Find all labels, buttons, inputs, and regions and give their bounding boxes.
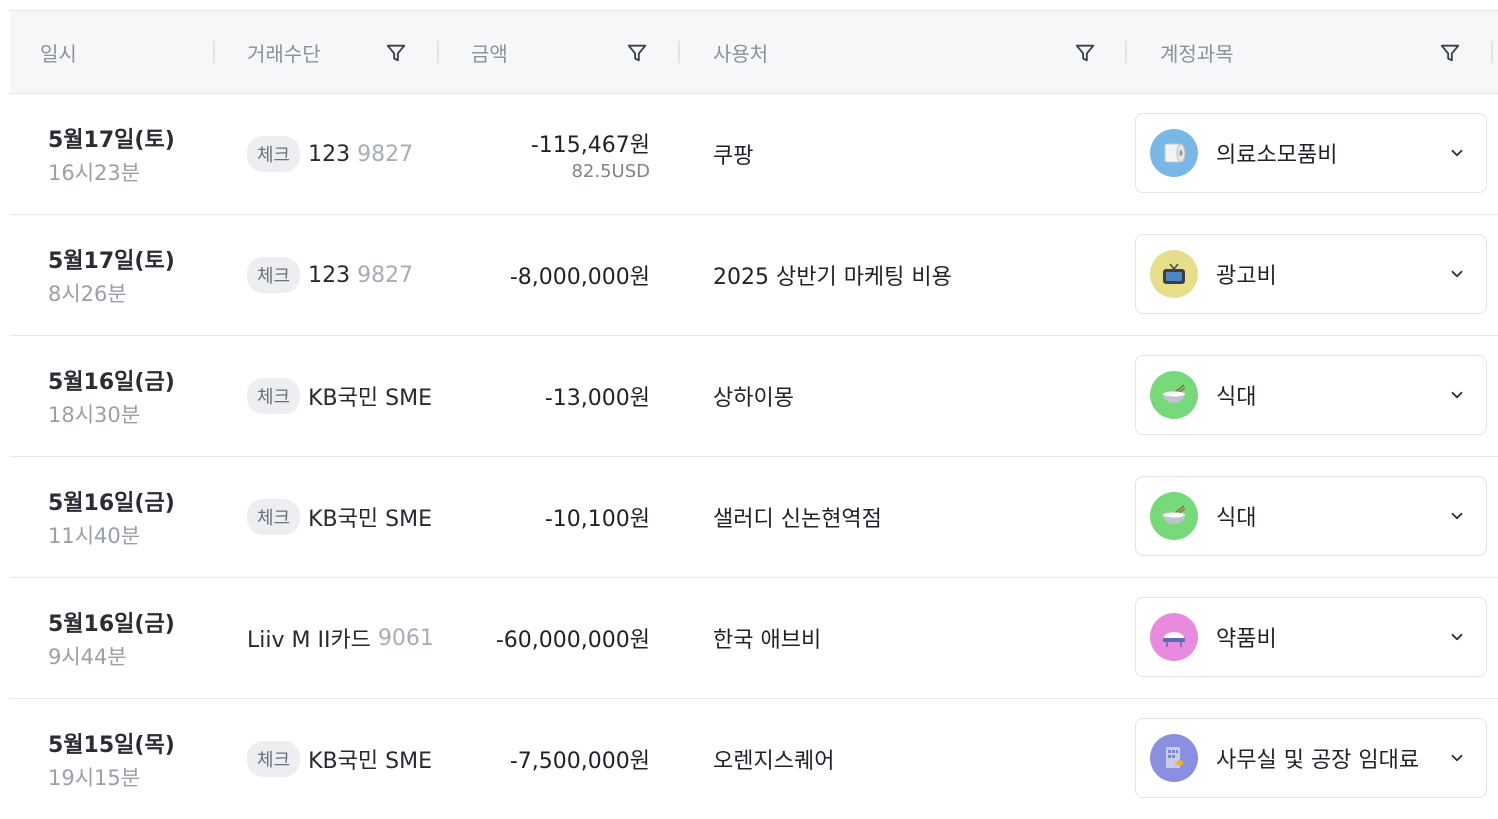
table-row[interactable]: 5월17일(토) 16시23분 체크 123 9827 -115,467원 82… [10,94,1498,215]
method-filter-icon[interactable] [385,42,407,64]
merchant-name: 한국 애브비 [713,628,822,653]
account-label: 사무실 및 공장 임대료 [1216,748,1420,773]
table-row[interactable]: 5월16일(금) 9시44분 Liiv M II카드 9061 -60,000,… [10,578,1498,699]
account-label: 식대 [1216,506,1257,531]
amount-value: -10,100원 [544,507,650,532]
header-divider[interactable] [437,41,439,63]
chevron-down-icon [1451,633,1463,641]
amount-cell: -60,000,000원 [496,578,650,698]
header-date: 일시 [40,41,77,66]
chevron-down-icon [1451,512,1463,520]
transaction-time: 16시23분 [48,161,141,185]
account-label: 약품비 [1216,627,1277,652]
transaction-date: 5월16일(금) [48,370,175,395]
card-name: KB국민 SME [308,386,432,411]
header-method: 거래수단 [247,41,321,66]
amount-value: -60,000,000원 [495,628,650,653]
card-type-badge: 체크 [247,136,301,172]
payment-method: 체크 123 9827 [247,215,413,335]
table-row[interactable]: 5월16일(금) 18시30분 체크 KB국민 SME -13,000원 상하이… [10,336,1498,457]
merchant-name: 2025 상반기 마케팅 비용 [713,265,952,290]
amount-foreign: 82.5USD [571,160,650,182]
transaction-date: 5월16일(금) [48,612,175,637]
card-number: 9061 [377,625,434,651]
account-select[interactable]: 의료소모품비 [1135,113,1487,193]
chevron-down-icon [1451,149,1463,157]
amount-value: -8,000,000원 [509,265,650,290]
account-label: 의료소모품비 [1216,143,1338,168]
amount-value: -7,500,000원 [509,749,650,774]
card-type-badge: 체크 [247,257,301,293]
transaction-date: 5월15일(목) [48,733,175,758]
card-number: 9827 [357,141,414,167]
account-label: 광고비 [1216,264,1277,289]
merchant-filter-icon[interactable] [1074,42,1096,64]
pill-icon [1150,613,1198,661]
payment-method: 체크 KB국민 SME [247,336,432,456]
amount-value: -13,000원 [544,386,650,411]
amount-cell: -10,100원 [545,457,650,577]
merchant-name: 오렌지스퀘어 [713,749,835,774]
card-type-badge: 체크 [247,741,301,777]
transaction-time: 8시26분 [48,282,127,306]
header-divider[interactable] [678,41,680,63]
account-select[interactable]: 약품비 [1135,597,1487,677]
amount-cell: -115,467원 82.5USD [531,94,650,214]
card-name: KB국민 SME [308,749,432,774]
merchant-name: 쿠팡 [713,144,754,169]
card-type-badge: 체크 [247,378,301,414]
chevron-down-icon [1451,754,1463,762]
payment-method: 체크 KB국민 SME [247,699,432,819]
transaction-date: 5월17일(토) [48,128,175,153]
header-divider[interactable] [1491,41,1493,63]
transactions-table: 일시 거래수단 금액 사용처 계정과목 5월17일(토) 16시23분 체크 1… [10,10,1498,819]
payment-method: 체크 123 9827 [247,94,413,214]
amount-cell: -7,500,000원 [510,699,650,819]
account-select[interactable]: 식대 [1135,355,1487,435]
table-row[interactable]: 5월16일(금) 11시40분 체크 KB국민 SME -10,100원 샐러디… [10,457,1498,578]
table-row[interactable]: 5월15일(목) 19시15분 체크 KB국민 SME -7,500,000원 … [10,699,1498,819]
card-name: 123 [308,141,351,167]
card-type-badge: 체크 [247,499,301,535]
television-icon [1150,250,1198,298]
rice-bowl-icon [1150,371,1198,419]
transaction-time: 11시40분 [48,524,141,548]
header-account: 계정과목 [1160,41,1234,66]
card-name: 123 [308,262,351,288]
chevron-down-icon [1451,391,1463,399]
payment-method: Liiv M II카드 9061 [247,578,434,698]
table-row[interactable]: 5월17일(토) 8시26분 체크 123 9827 -8,000,000원 2… [10,215,1498,336]
card-name: Liiv M II카드 [247,628,371,653]
account-select[interactable]: 식대 [1135,476,1487,556]
header-amount: 금액 [471,41,508,66]
merchant-name: 샐러디 신논현역점 [713,507,882,532]
transaction-date: 5월17일(토) [48,249,175,274]
account-filter-icon[interactable] [1439,42,1461,64]
card-name: KB국민 SME [308,507,432,532]
account-select[interactable]: 사무실 및 공장 임대료 [1135,718,1487,798]
account-select[interactable]: 광고비 [1135,234,1487,314]
card-number: 9827 [357,262,414,288]
header-merchant: 사용처 [713,41,769,66]
payment-method: 체크 KB국민 SME [247,457,432,577]
transaction-date: 5월16일(금) [48,491,175,516]
account-label: 식대 [1216,385,1257,410]
amount-value: -115,467원 [530,132,650,158]
transaction-time: 19시15분 [48,766,141,790]
toilet-paper-icon [1150,129,1198,177]
office-building-icon [1150,734,1198,782]
amount-cell: -13,000원 [545,336,650,456]
chevron-down-icon [1451,270,1463,278]
transaction-time: 18시30분 [48,403,141,427]
rice-bowl-icon [1150,492,1198,540]
transaction-time: 9시44분 [48,645,127,669]
table-header: 일시 거래수단 금액 사용처 계정과목 [10,10,1498,94]
amount-filter-icon[interactable] [626,42,648,64]
header-divider[interactable] [213,41,215,63]
amount-cell: -8,000,000원 [510,215,650,335]
merchant-name: 상하이몽 [713,386,794,411]
header-divider[interactable] [1125,41,1127,63]
